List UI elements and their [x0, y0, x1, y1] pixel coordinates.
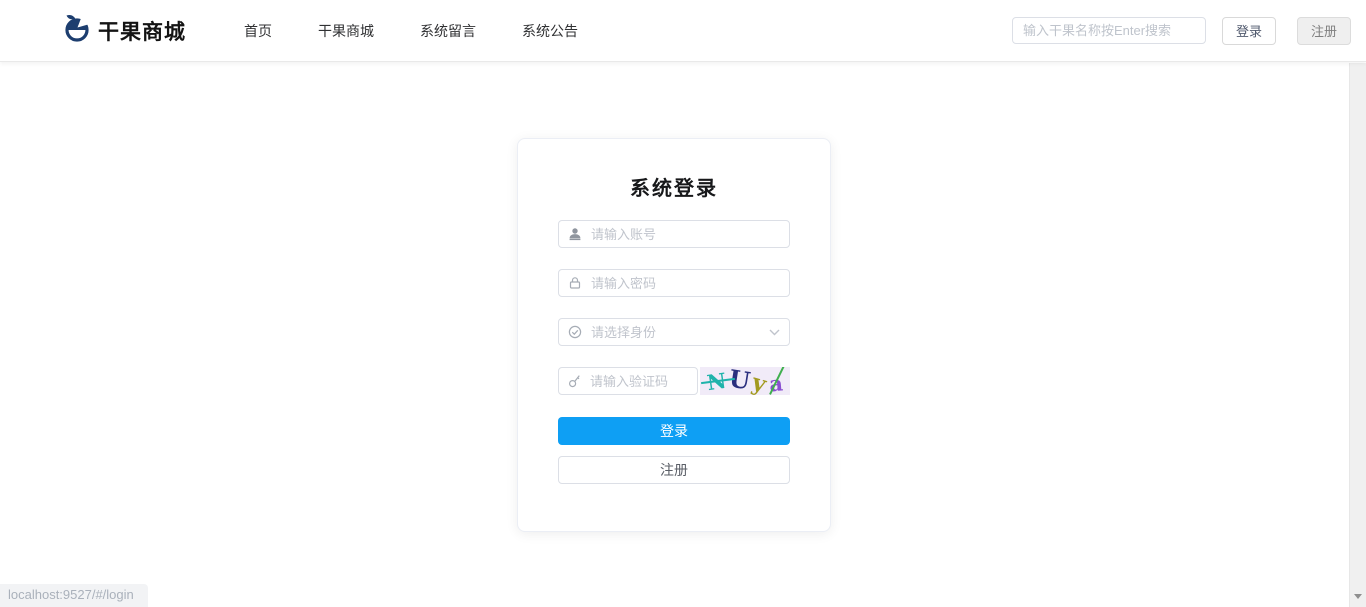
status-bar-url: localhost:9527/#/login	[0, 584, 148, 607]
scroll-down-arrow[interactable]	[1354, 594, 1362, 599]
identity-select[interactable]	[558, 318, 790, 346]
captcha-input[interactable]	[590, 373, 688, 389]
captcha-row: N U y a	[558, 367, 790, 395]
identity-input[interactable]	[591, 324, 763, 340]
top-navbar: 干果商城 首页 干果商城 系统留言 系统公告 登录 注册	[0, 0, 1366, 62]
acorn-icon	[63, 13, 91, 48]
nav-item-mall[interactable]: 干果商城	[318, 21, 374, 41]
account-field	[558, 220, 790, 248]
password-input[interactable]	[591, 275, 780, 291]
vertical-scrollbar[interactable]	[1349, 63, 1366, 607]
register-button[interactable]: 注册	[558, 456, 790, 484]
header-register-button[interactable]: 注册	[1296, 16, 1351, 45]
key-icon	[568, 374, 581, 388]
chevron-down-icon	[769, 329, 780, 336]
account-input[interactable]	[591, 226, 780, 242]
password-field	[558, 269, 790, 297]
search-input[interactable]	[1011, 17, 1206, 44]
captcha-image[interactable]: N U y a	[700, 367, 790, 395]
user-icon	[568, 227, 582, 241]
logo-text: 干果商城	[98, 20, 186, 44]
captcha-field	[558, 367, 698, 395]
nav-item-announcements[interactable]: 系统公告	[522, 21, 578, 41]
header-login-button[interactable]: 登录	[1221, 16, 1276, 45]
lock-icon	[568, 276, 582, 290]
login-title: 系统登录	[630, 178, 718, 200]
main-nav: 首页 干果商城 系统留言 系统公告	[244, 21, 578, 41]
captcha-char: y	[749, 368, 770, 395]
circle-check-icon	[568, 325, 582, 339]
nav-item-messages[interactable]: 系统留言	[420, 21, 476, 41]
logo[interactable]: 干果商城	[63, 13, 186, 48]
nav-item-home[interactable]: 首页	[244, 21, 272, 41]
login-submit-button[interactable]: 登录	[558, 417, 790, 445]
header-right: 登录 注册	[1011, 16, 1351, 45]
login-card: 系统登录 请输入账号 请选择身份 请输入验证码 U y 登录 注册	[517, 138, 831, 532]
